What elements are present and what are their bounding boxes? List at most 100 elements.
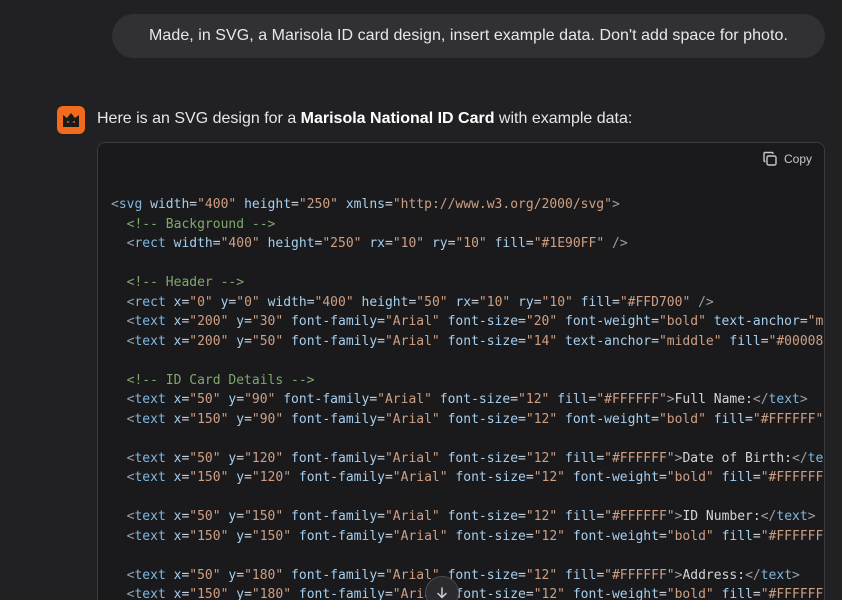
code-line: <text x="200" y="30" font-family="Arial"… xyxy=(111,312,824,332)
code-token: = xyxy=(518,567,526,583)
code-token: "200" xyxy=(189,333,229,349)
code-token: "14" xyxy=(525,333,558,349)
code-token: "12" xyxy=(525,411,558,427)
code-line: <rect width="400" height="250" rx="10" r… xyxy=(111,234,824,254)
code-token: svg xyxy=(118,197,143,212)
code-token: = xyxy=(596,509,605,524)
code-token: "#FFFFFF" xyxy=(596,392,667,407)
code-token: "10" xyxy=(392,236,425,251)
code-token: = xyxy=(471,294,479,310)
code-line: <!-- ID Card Details --> xyxy=(111,371,824,391)
code-token: = xyxy=(510,392,519,407)
code-token: "50" xyxy=(189,509,221,524)
code-token: rect xyxy=(134,294,166,310)
copy-button[interactable]: Copy xyxy=(762,151,812,167)
code-token: = xyxy=(525,236,534,251)
code-token: "150" xyxy=(189,411,229,427)
code-token: text xyxy=(134,314,166,329)
code-token: "50" xyxy=(189,567,221,583)
code-token: = xyxy=(384,587,393,600)
code-token: = xyxy=(752,587,761,600)
code-token: = xyxy=(518,333,526,349)
code-token: "#FFFFFF" xyxy=(604,567,675,583)
code-token: = xyxy=(658,528,667,544)
code-token: font-size xyxy=(455,528,526,544)
code-token: "#FFFFFF" xyxy=(604,509,675,524)
code-token: "180" xyxy=(244,567,284,583)
code-token: "150" xyxy=(189,470,229,485)
chat-page: Made, in SVG, a Marisola ID card design,… xyxy=(0,0,842,600)
code-token: font-family xyxy=(291,314,378,329)
code-token: text xyxy=(134,567,166,583)
code-token: "150" xyxy=(251,528,292,544)
code-token: text xyxy=(768,392,800,407)
code-token: width xyxy=(173,236,213,251)
code-token: = xyxy=(189,197,198,212)
code-token: "200" xyxy=(189,314,229,329)
code-token: "90" xyxy=(244,392,276,407)
code-token: fill xyxy=(557,392,589,407)
code-token: text xyxy=(134,470,166,485)
intro-text-before: Here is an SVG design for a xyxy=(97,110,301,127)
code-token: > xyxy=(611,197,620,212)
code-token: = xyxy=(596,450,605,466)
code-token: = xyxy=(658,470,667,485)
code-token: font-weight xyxy=(572,587,659,600)
code-token: "0" xyxy=(236,294,260,310)
code-token: = xyxy=(752,528,761,544)
code-token: y xyxy=(236,470,245,485)
code-token: = xyxy=(596,567,605,583)
code-token: = xyxy=(244,587,252,600)
code-token: "#FFFFFF" xyxy=(760,528,825,544)
code-token: = xyxy=(244,333,252,349)
code-token: "bold" xyxy=(658,411,706,427)
code-token: "Arial" xyxy=(384,333,440,349)
code-token: text xyxy=(134,392,166,407)
code-token: font-size xyxy=(447,567,519,583)
code-token: "90" xyxy=(251,411,284,427)
code-token: font-size xyxy=(455,470,526,485)
code-token: = xyxy=(244,470,252,485)
code-token: "mi xyxy=(807,314,824,329)
code-token: fill xyxy=(721,587,753,600)
code-token: > xyxy=(823,412,824,427)
code-token: rx xyxy=(455,294,472,310)
code-token: /> xyxy=(698,294,714,310)
code-token: fill xyxy=(494,236,526,251)
code-token: "400" xyxy=(220,236,260,251)
code-token: fill xyxy=(565,567,597,583)
code-token: > xyxy=(666,392,675,407)
code-token: = xyxy=(518,411,526,427)
code-token: "#FFFFFF" xyxy=(760,587,825,600)
user-message-bubble: Made, in SVG, a Marisola ID card design,… xyxy=(112,14,825,58)
code-token: = xyxy=(377,509,385,524)
code-token: ry xyxy=(518,294,534,310)
code-token: "400" xyxy=(197,197,237,212)
code-token: text xyxy=(760,567,793,583)
code-token: </ xyxy=(792,450,808,466)
code-token: height xyxy=(267,236,315,251)
